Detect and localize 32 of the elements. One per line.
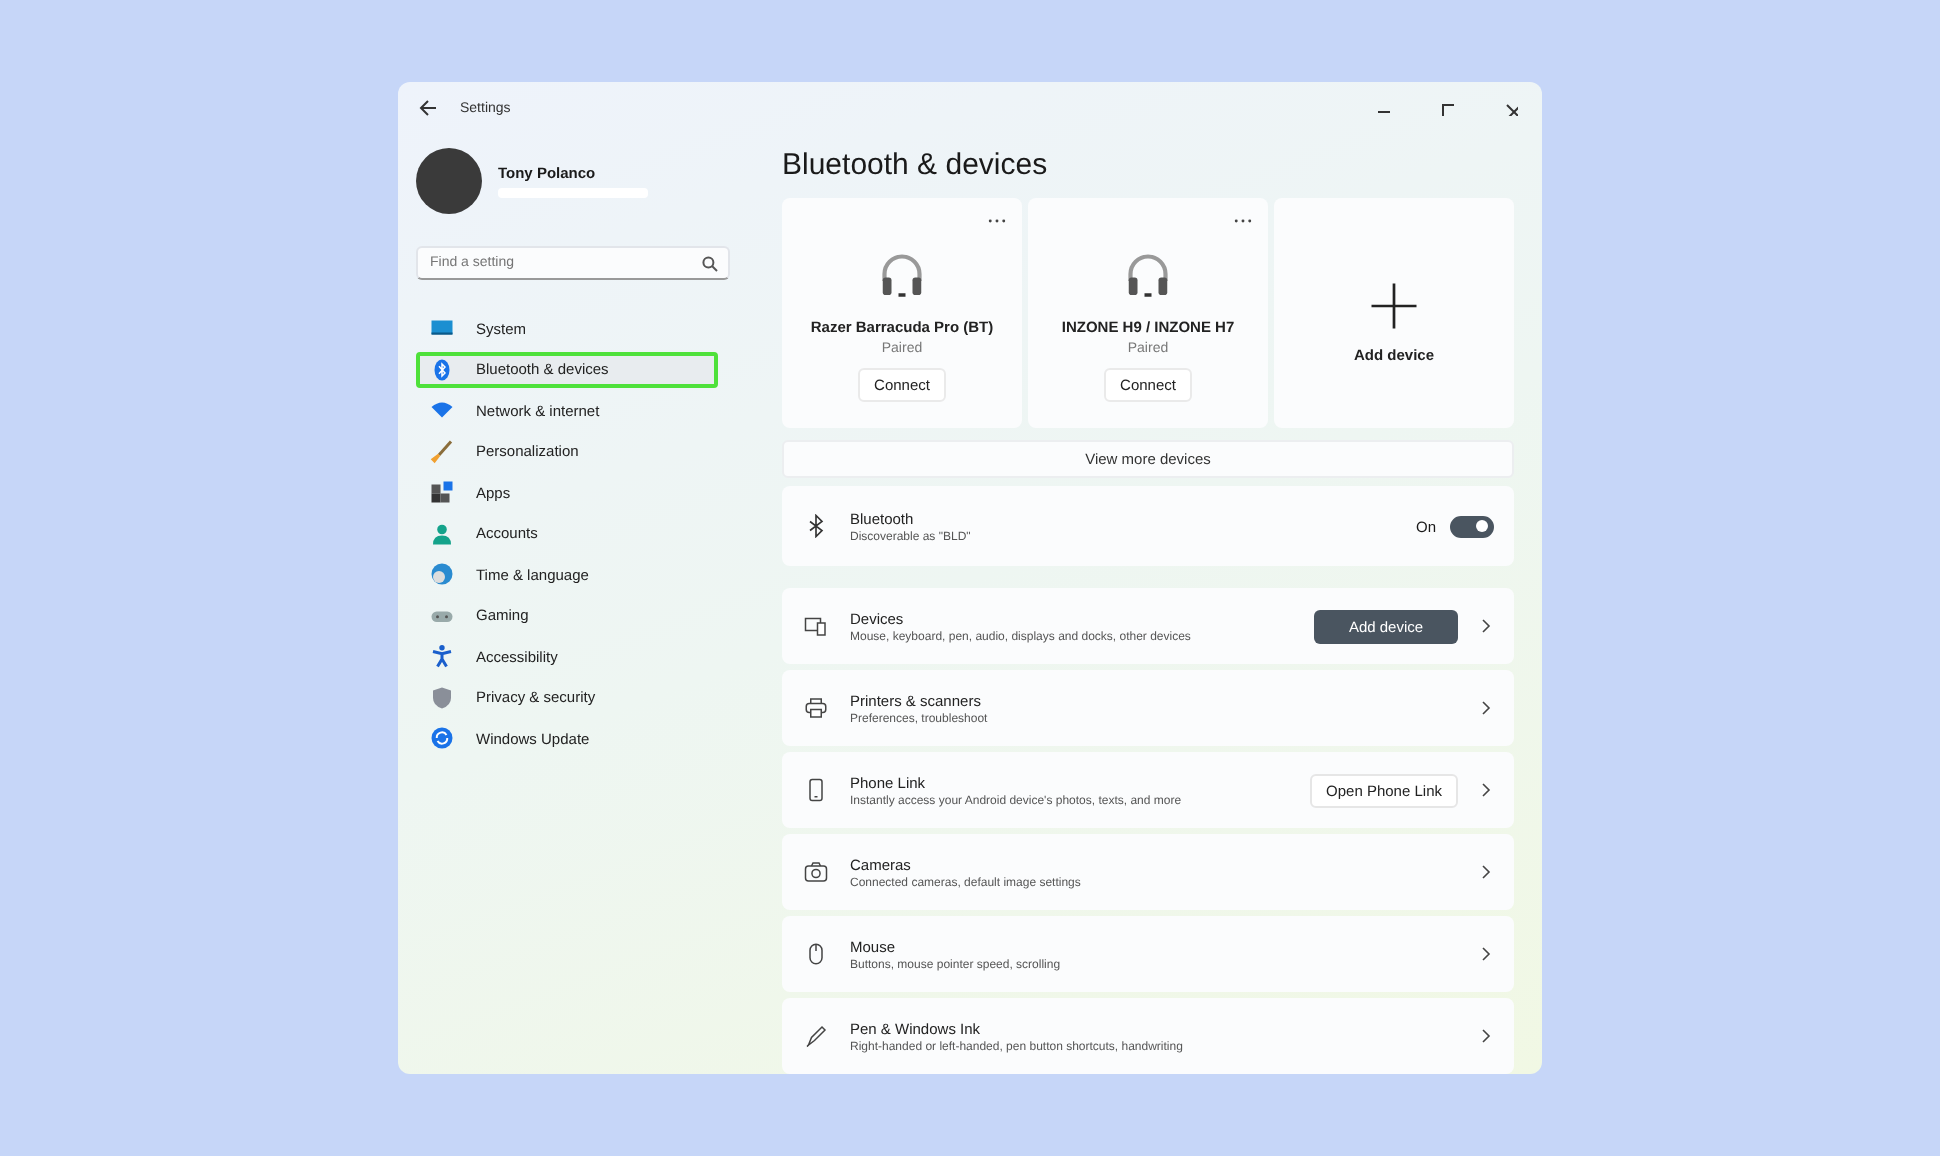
devices-icon bbox=[804, 614, 828, 638]
monitor-icon bbox=[430, 316, 454, 340]
plus-icon bbox=[1370, 282, 1418, 331]
person-icon bbox=[430, 521, 454, 545]
chevron-right-icon bbox=[1478, 782, 1494, 798]
chevron-right-icon bbox=[1478, 618, 1494, 634]
more-options-icon[interactable] bbox=[1234, 218, 1252, 225]
avatar bbox=[416, 147, 482, 213]
paintbrush-icon bbox=[430, 439, 454, 463]
bluetooth-toggle[interactable] bbox=[1450, 515, 1494, 537]
globe-icon bbox=[430, 562, 454, 586]
bluetooth-icon bbox=[430, 357, 454, 381]
chevron-right-icon bbox=[1478, 946, 1494, 962]
chevron-right-icon bbox=[1478, 864, 1494, 880]
apps-icon bbox=[430, 480, 454, 504]
phone-icon bbox=[804, 778, 828, 802]
pen-icon bbox=[804, 1024, 828, 1048]
camera-icon bbox=[804, 860, 828, 884]
chevron-right-icon bbox=[1478, 1028, 1494, 1044]
mouse-icon bbox=[804, 942, 828, 966]
sync-icon bbox=[430, 726, 454, 750]
close-icon[interactable] bbox=[1503, 101, 1517, 115]
page-title: Bluetooth & devices bbox=[782, 146, 1050, 186]
printer-icon bbox=[804, 696, 828, 720]
more-options-icon[interactable] bbox=[988, 218, 1006, 225]
maximize-icon[interactable] bbox=[1439, 101, 1453, 115]
chevron-right-icon bbox=[1478, 700, 1494, 716]
accessibility-icon bbox=[430, 644, 454, 668]
wifi-icon bbox=[430, 398, 454, 422]
search-icon bbox=[702, 256, 718, 272]
shield-icon bbox=[430, 685, 454, 709]
bluetooth-icon bbox=[804, 514, 828, 538]
